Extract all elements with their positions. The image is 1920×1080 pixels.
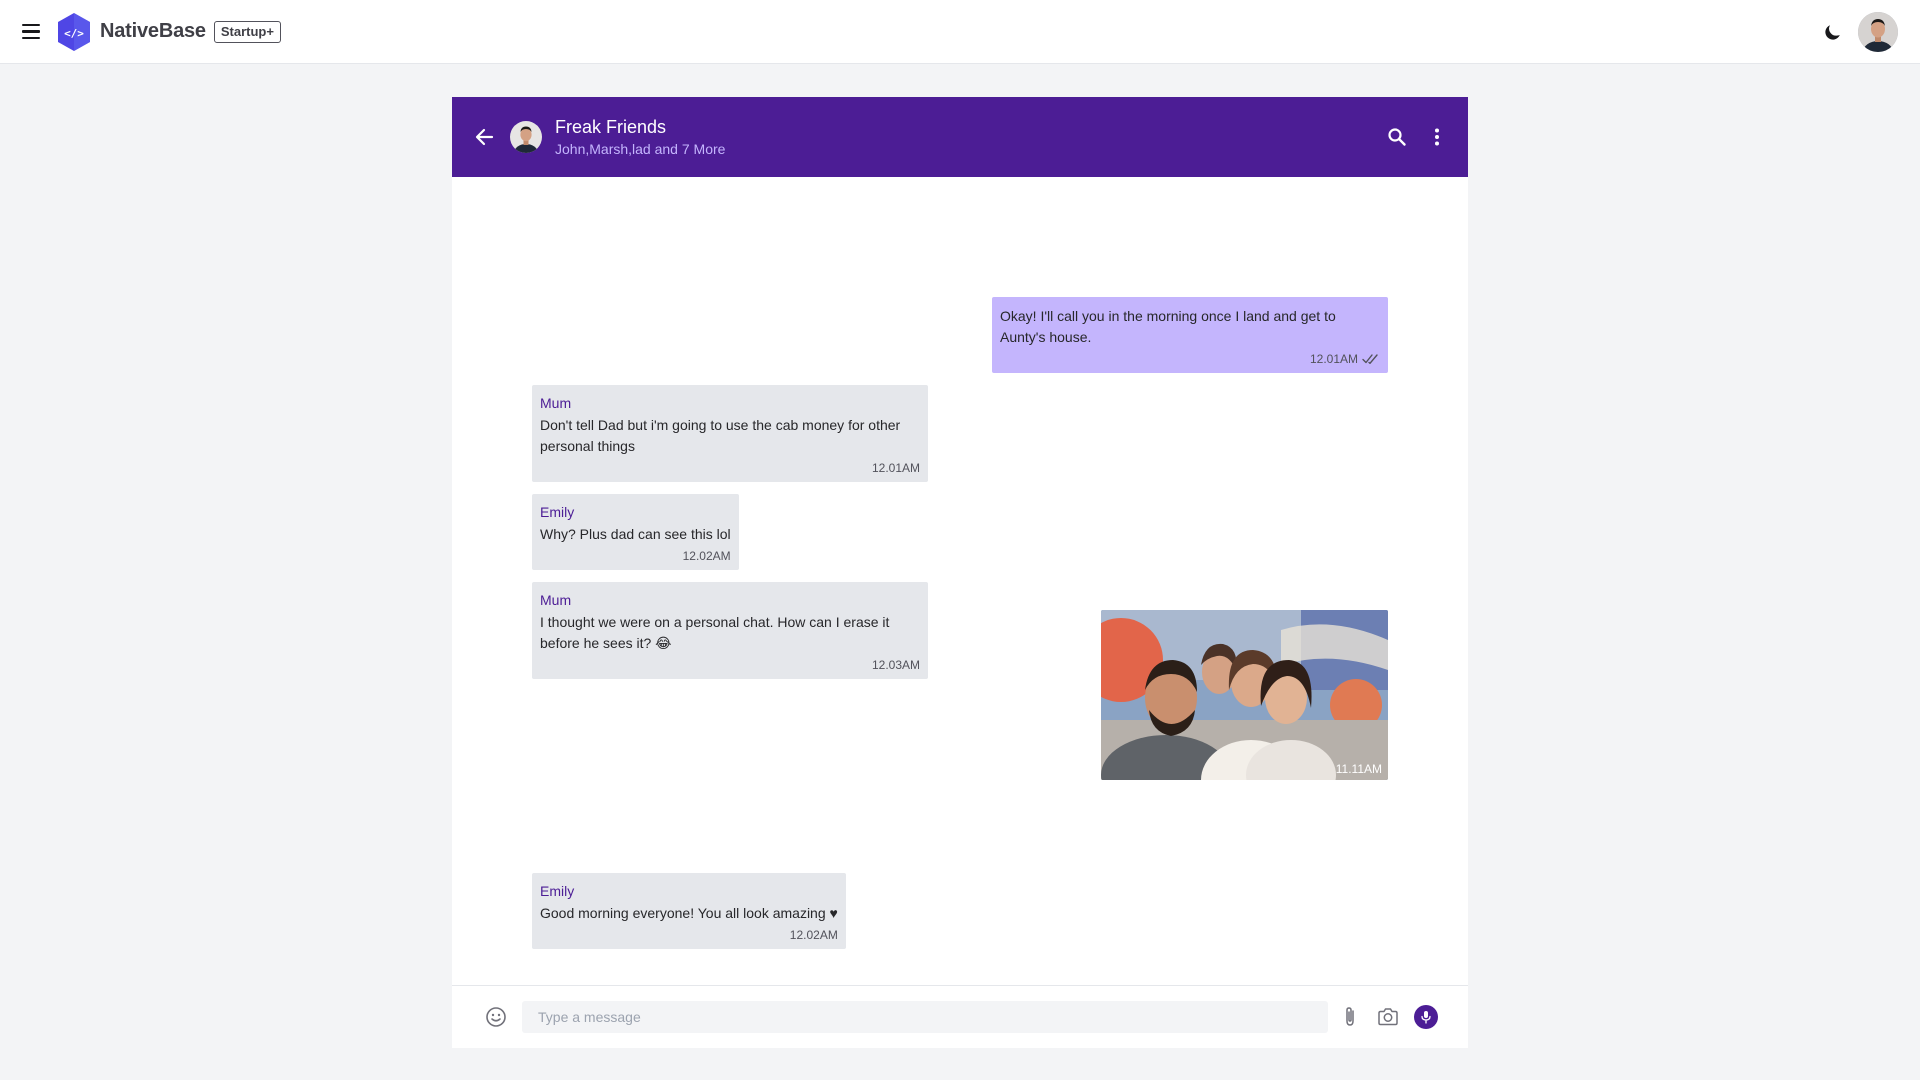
message-text: I thought we were on a personal chat. Ho…: [540, 614, 890, 651]
message-incoming[interactable]: Emily Why? Plus dad can see this lol 12.…: [532, 494, 739, 570]
photo-message[interactable]: 11.11AM: [1101, 610, 1388, 780]
search-icon[interactable]: [1384, 124, 1410, 150]
message-text: Good morning everyone! You all look amaz…: [540, 905, 838, 921]
brand-name: NativeBase: [100, 20, 206, 42]
menu-icon[interactable]: [22, 21, 44, 43]
group-avatar[interactable]: [510, 121, 542, 153]
moon-icon[interactable]: [1822, 21, 1844, 43]
message-outgoing[interactable]: Okay! I'll call you in the morning once …: [992, 297, 1388, 373]
message-incoming[interactable]: Mum Don't tell Dad but i'm going to use …: [532, 385, 928, 482]
message-time: 12.03AM: [871, 658, 920, 672]
message-sender: Mum: [540, 395, 572, 411]
plan-badge: Startup+: [213, 20, 281, 43]
message-incoming[interactable]: Mum I thought we were on a personal chat…: [532, 582, 928, 679]
message-time: 12.02AM: [789, 928, 838, 942]
chat-header: Freak Friends John,Marsh,lad and 7 More: [452, 97, 1468, 177]
message-input[interactable]: [522, 1001, 1328, 1033]
kebab-menu-icon[interactable]: [1424, 124, 1450, 150]
svg-text:</>: </>: [64, 27, 84, 40]
group-photo: [1101, 610, 1388, 780]
nativebase-logo[interactable]: </>: [56, 12, 92, 52]
message-incoming[interactable]: Emily Good morning everyone! You all loo…: [532, 873, 846, 949]
double-check-icon: [1362, 353, 1380, 365]
message-time: 12.02AM: [682, 549, 731, 563]
message-sender: Emily: [540, 504, 575, 520]
message-composer: [452, 985, 1468, 1048]
message-text: Why? Plus dad can see this lol: [540, 526, 731, 542]
message-list[interactable]: Okay! I'll call you in the morning once …: [452, 177, 1468, 985]
top-navbar: </> NativeBase Startup+: [0, 0, 1920, 64]
user-avatar[interactable]: [1858, 11, 1898, 52]
camera-icon[interactable]: [1376, 1005, 1400, 1029]
message-text: Don't tell Dad but i'm going to use the …: [540, 417, 901, 454]
message-sender: Emily: [540, 883, 575, 899]
mic-icon[interactable]: [1414, 1005, 1438, 1029]
paperclip-icon[interactable]: [1338, 1005, 1362, 1029]
group-name[interactable]: Freak Friends: [555, 116, 725, 138]
group-members: John,Marsh,lad and 7 More: [555, 141, 726, 157]
message-time: 11.11AM: [1335, 762, 1382, 776]
message-text: Okay! I'll call you in the morning once …: [1000, 308, 1336, 345]
message-time: 12.01AM: [1309, 352, 1358, 366]
message-time: 12.01AM: [871, 461, 920, 475]
arrow-left-icon[interactable]: [470, 123, 498, 151]
chat-window: Freak Friends John,Marsh,lad and 7 More: [452, 97, 1468, 1048]
message-sender: Mum: [540, 592, 572, 608]
emoji-icon[interactable]: [484, 1005, 508, 1029]
